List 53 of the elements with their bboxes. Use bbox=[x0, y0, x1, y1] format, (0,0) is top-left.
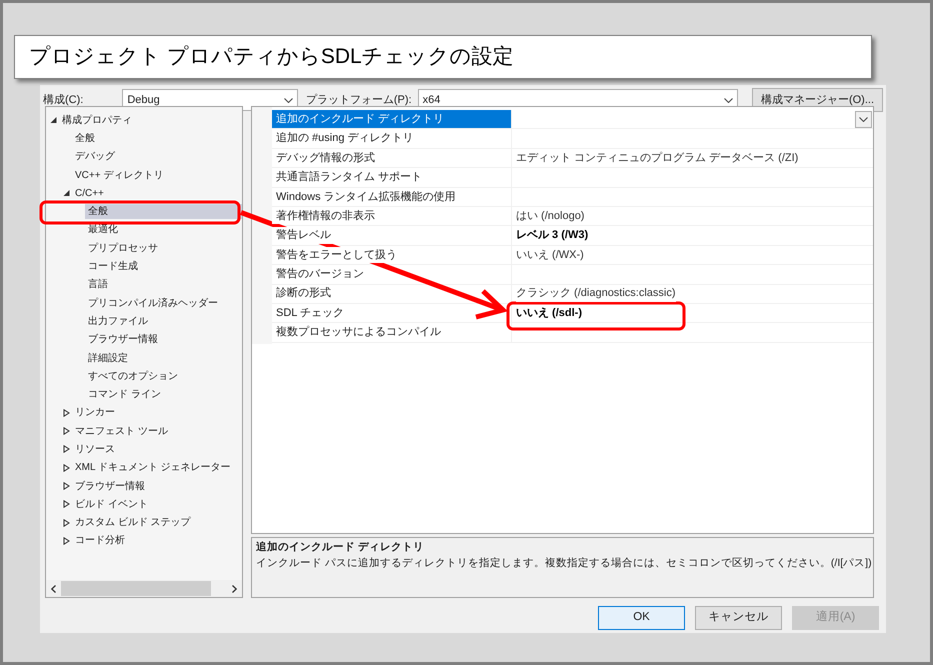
tree-item[interactable]: ビルド イベント bbox=[75, 496, 148, 512]
tree-item[interactable]: リソース bbox=[75, 442, 115, 457]
tree-item[interactable]: C/C++ bbox=[75, 186, 104, 201]
caret-icon bbox=[859, 117, 868, 122]
tree-item[interactable]: すべてのオプション bbox=[88, 368, 178, 384]
collapsed-triangle-icon[interactable] bbox=[63, 482, 70, 490]
description-text: インクルード パスに追加するディレクトリを指定します。複数指定する場合には、セミコロンで区切ってください。(/I[パス]) bbox=[256, 556, 869, 571]
banner-title: プロジェクト プロパティからSDLチェックの設定 bbox=[29, 44, 514, 70]
property-value: いいえ (/WX-) bbox=[516, 246, 584, 264]
configuration-label: 構成(C): bbox=[43, 92, 84, 108]
tree-item[interactable]: 全般 bbox=[75, 130, 95, 146]
tree-item[interactable]: 言語 bbox=[88, 277, 108, 292]
tree-item[interactable]: ブラウザー情報 bbox=[88, 332, 158, 348]
property-value: いいえ (/sdl-) bbox=[516, 304, 582, 322]
property-name[interactable]: 警告レベル bbox=[272, 227, 335, 244]
tree-item[interactable]: カスタム ビルド ステップ bbox=[75, 515, 191, 530]
tree-item[interactable]: マニフェスト ツール bbox=[75, 424, 168, 439]
caret-icon bbox=[724, 98, 733, 102]
collapsed-triangle-icon[interactable] bbox=[63, 518, 70, 527]
caret-icon bbox=[284, 98, 293, 102]
tree-item[interactable]: デバッグ bbox=[75, 149, 115, 164]
tree-item[interactable]: 詳細設定 bbox=[88, 350, 128, 366]
property-value: クラシック (/diagnostics:classic) bbox=[516, 285, 676, 302]
tree-item[interactable]: コマンド ライン bbox=[88, 387, 161, 402]
dropdown-button[interactable] bbox=[855, 111, 872, 128]
tree-item[interactable]: コード生成 bbox=[88, 259, 138, 274]
dialog-button[interactable]: OK bbox=[598, 606, 685, 630]
property-value: エディット コンティニュのプログラム データベース (/ZI) bbox=[516, 150, 798, 166]
tree-item[interactable]: プリコンパイル済みヘッダー bbox=[88, 296, 218, 311]
tree-item[interactable]: 出力ファイル bbox=[88, 314, 148, 329]
scroll-right-icon[interactable] bbox=[232, 584, 237, 592]
collapsed-triangle-icon[interactable] bbox=[63, 427, 70, 436]
platform-label: プラットフォーム(P): bbox=[306, 92, 412, 108]
tree-item[interactable]: プリプロセッサ bbox=[88, 240, 158, 256]
expanded-triangle-icon[interactable] bbox=[63, 189, 70, 198]
scroll-left-icon[interactable] bbox=[51, 584, 56, 592]
tree-item[interactable]: XML ドキュメント ジェネレーター bbox=[75, 460, 231, 476]
tree-item[interactable]: ブラウザー情報 bbox=[75, 478, 145, 494]
collapsed-triangle-icon[interactable] bbox=[63, 464, 70, 472]
expanded-triangle-icon[interactable] bbox=[50, 116, 57, 124]
horizontal-scrollbar[interactable] bbox=[46, 580, 242, 597]
tree-item[interactable]: 全般 bbox=[85, 204, 242, 220]
collapsed-triangle-icon[interactable] bbox=[63, 500, 70, 508]
tree-item[interactable]: リンカー bbox=[75, 405, 115, 420]
description-title: 追加のインクルード ディレクトリ bbox=[256, 540, 425, 555]
collapsed-triangle-icon[interactable] bbox=[63, 445, 70, 454]
collapsed-triangle-icon[interactable] bbox=[63, 408, 70, 417]
tree-item[interactable]: 構成プロパティ bbox=[62, 112, 132, 128]
scrollbar-thumb[interactable] bbox=[61, 581, 211, 596]
collapsed-triangle-icon[interactable] bbox=[63, 536, 70, 545]
tree-item[interactable]: コード分析 bbox=[75, 533, 125, 548]
tree-item[interactable]: VC++ ディレクトリ bbox=[75, 168, 164, 183]
dialog-button[interactable]: キャンセル bbox=[695, 606, 782, 630]
